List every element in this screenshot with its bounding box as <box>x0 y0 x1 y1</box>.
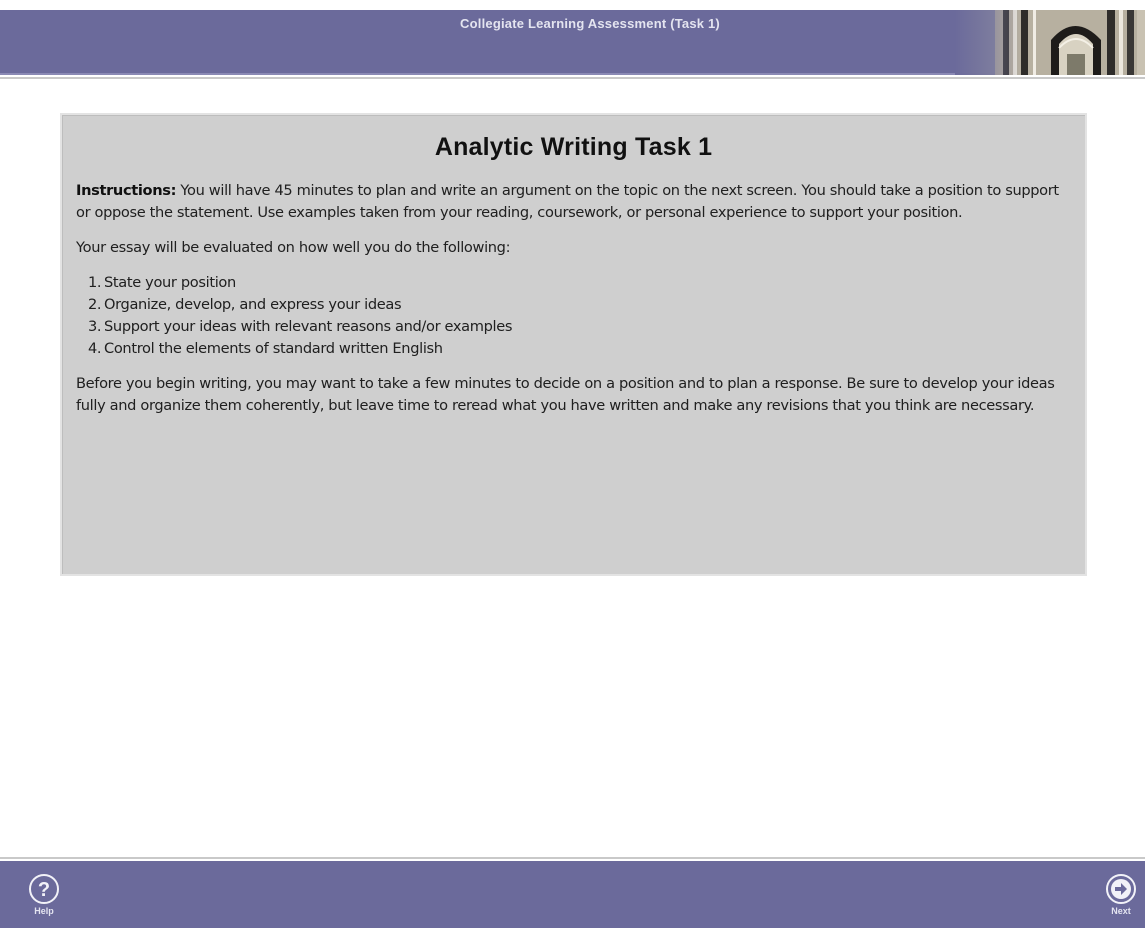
criteria-number: 3. <box>88 318 102 335</box>
footer-divider <box>0 857 1145 859</box>
next-label: Next <box>1111 906 1131 916</box>
svg-text:?: ? <box>38 879 50 901</box>
criteria-text: State your position <box>104 274 236 291</box>
help-label: Help <box>34 906 54 916</box>
page: Collegiate Learning Assessment (Task 1) <box>0 0 1145 928</box>
question-circle-icon: ? <box>29 874 59 904</box>
criteria-text: Organize, develop, and express your idea… <box>104 296 402 313</box>
next-button[interactable]: Next <box>1105 873 1137 916</box>
criteria-item: 2. Organize, develop, and express your id… <box>88 294 1071 316</box>
criteria-item: 1. State your position <box>88 272 1071 294</box>
criteria-text: Control the elements of standard written… <box>104 340 443 357</box>
header-divider <box>0 77 1145 79</box>
criteria-number: 1. <box>88 274 102 291</box>
arrow-right-circle-icon <box>1106 874 1136 904</box>
criteria-list: 1. State your position 2. Organize, develo… <box>76 272 1071 360</box>
task-title: Analytic Writing Task 1 <box>434 133 713 161</box>
criteria-number: 4. <box>88 340 102 357</box>
closing-paragraph: Before you begin writing, you may want t… <box>76 375 1055 414</box>
criteria-text: Support your ideas with relevant reasons… <box>104 318 513 335</box>
criteria-number: 2. <box>88 296 102 313</box>
campus-arch-photo <box>955 10 1145 75</box>
task-panel: Analytic Writing Task 1 Instructions: Yo… <box>60 113 1087 576</box>
header-bar: Collegiate Learning Assessment (Task 1) <box>0 10 1145 75</box>
instructions-text: You will have 45 minutes to plan and wri… <box>76 182 1059 221</box>
instructions-label: Instructions: <box>76 182 177 199</box>
footer-bar: ? Help Next <box>0 861 1145 928</box>
evaluation-intro: Your essay will be evaluated on how well… <box>76 239 511 256</box>
criteria-item: 3. Support your ideas with relevant reaso… <box>88 316 1071 338</box>
instructions-paragraph: Instructions: You will have 45 minutes t… <box>76 180 1071 224</box>
help-button[interactable]: ? Help <box>28 873 60 916</box>
criteria-item: 4. Control the elements of standard writt… <box>88 338 1071 360</box>
